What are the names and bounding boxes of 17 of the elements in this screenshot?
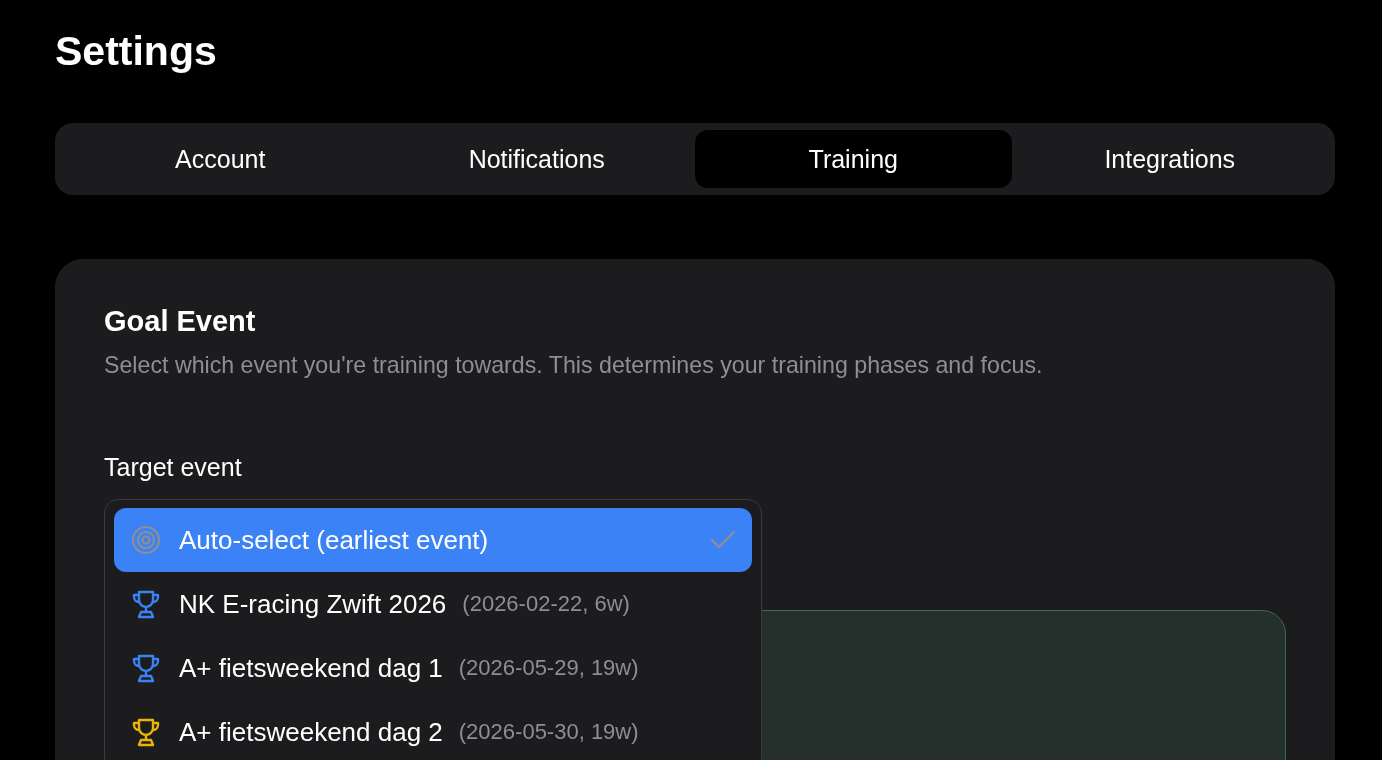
tab[interactable]: Integrations — [1011, 130, 1328, 188]
page-title: Settings — [55, 28, 217, 75]
check-icon — [710, 530, 736, 550]
dropdown-option[interactable]: A+ fietsweekend dag 2 (2026-05-30, 19w) — [114, 700, 752, 760]
dropdown-option[interactable]: Auto-select (earliest event) — [114, 508, 752, 572]
dropdown-option[interactable]: NK E-racing Zwift 2026 (2026-02-22, 6w) — [114, 572, 752, 636]
tab[interactable]: Account — [62, 130, 379, 188]
section-heading: Goal Event — [104, 305, 256, 338]
section-description: Select which event you're training towards. This determines your training phases and focus. — [104, 352, 1044, 379]
event-date: (2026-05-29, 19w) — [458, 655, 639, 681]
event-date: (2026-02-22, 6w) — [462, 591, 630, 617]
dropdown-option[interactable]: A+ fietsweekend dag 1 (2026-05-29, 19w) — [114, 636, 752, 700]
field-label: Target event — [104, 453, 242, 482]
tab[interactable]: Notifications — [378, 130, 695, 188]
tab[interactable]: Training — [695, 130, 1012, 188]
event-date: (2026-05-30, 19w) — [458, 719, 639, 745]
target-icon — [131, 525, 161, 555]
